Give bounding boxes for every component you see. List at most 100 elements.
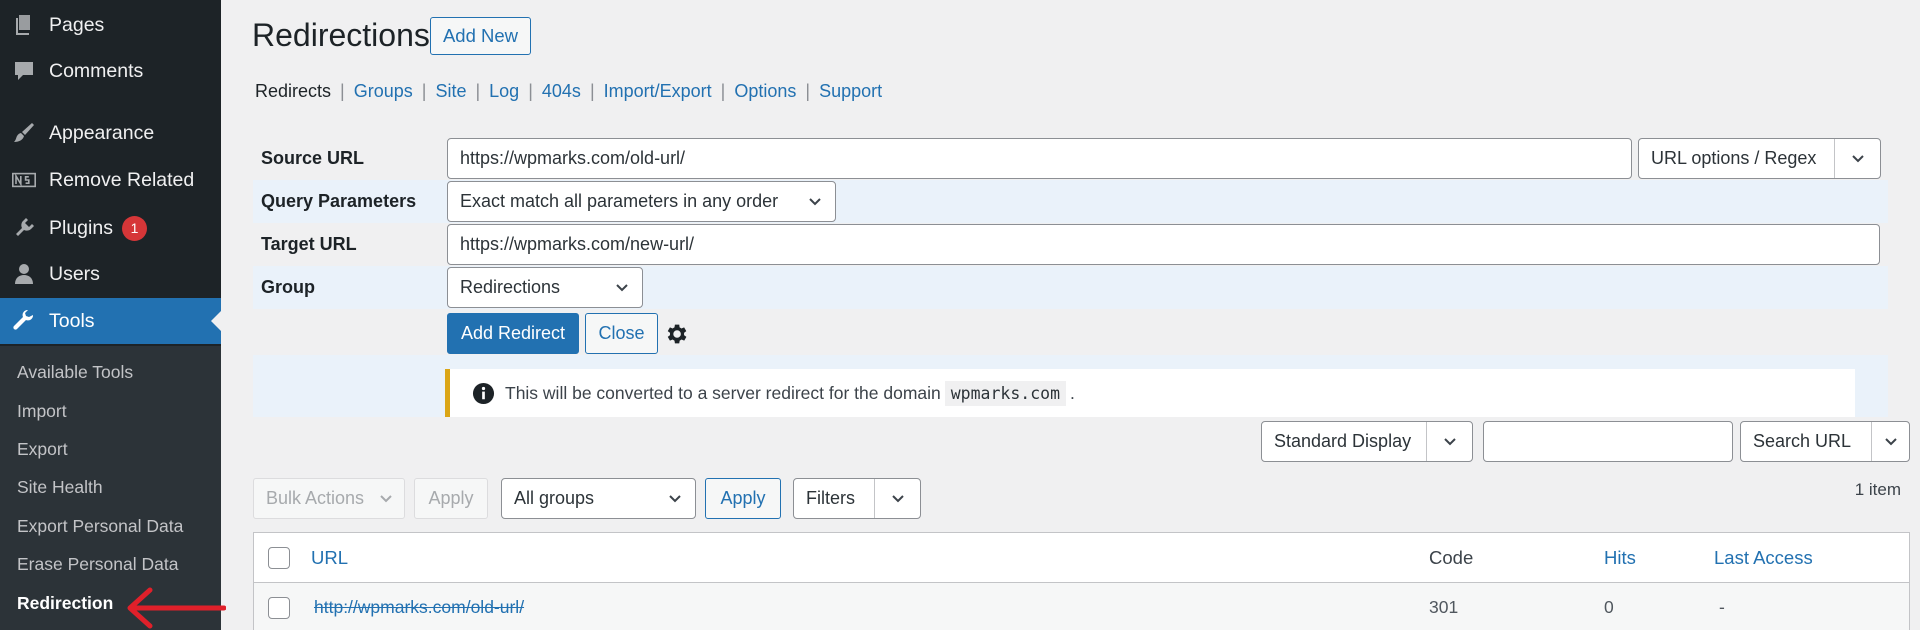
query-parameters-value: Exact match all parameters in any order [460, 191, 779, 211]
item-count: 1 item [1854, 480, 1901, 499]
chevron-down-icon [614, 280, 630, 296]
sidebar-item-label: Users [49, 262, 100, 285]
red-arrow-icon [127, 587, 226, 629]
display-mode-label: Standard Display [1274, 431, 1412, 451]
group-select[interactable]: Redirections [447, 267, 643, 308]
info-icon [472, 382, 495, 404]
filters-label: Filters [806, 488, 855, 508]
column-header-hits[interactable]: Hits [1604, 547, 1636, 569]
column-header-last-access[interactable]: Last Access [1714, 547, 1813, 569]
bulk-actions-select[interactable]: Bulk Actions [253, 478, 405, 519]
server-redirect-notice: This will be converted to a server redir… [445, 369, 1855, 417]
sidebar-item-comments[interactable]: Comments [0, 48, 221, 94]
column-header-code: Code [1429, 547, 1474, 568]
subnav-groups[interactable]: Groups [354, 81, 413, 102]
sidebar-item-remove-related[interactable]: Remove Related [0, 157, 221, 203]
notice-domain: wpmarks.com [944, 380, 1067, 406]
select-all-checkbox[interactable] [268, 547, 290, 569]
subnav-options[interactable]: Options [734, 81, 796, 102]
url-options-dropdown[interactable]: URL options / Regex [1638, 138, 1881, 179]
sidebar-item-label: Plugins [49, 216, 113, 239]
search-url-label: Search URL [1753, 431, 1852, 451]
filters-dropdown[interactable]: Filters [793, 478, 921, 519]
chevron-down-icon [380, 495, 392, 503]
comments-icon [11, 58, 37, 84]
chevron-down-icon[interactable] [1871, 422, 1909, 461]
redirect-url-link[interactable]: http://wpmarks.com/old-url/ [314, 597, 524, 618]
submenu-item-export[interactable]: Export [17, 439, 68, 460]
chevron-down-icon [807, 194, 823, 210]
subnav-separator: | [805, 81, 811, 101]
subnav-separator: | [421, 81, 427, 101]
wrench-icon [11, 308, 37, 334]
sidebar-item-label: Remove Related [49, 168, 195, 191]
subnav-separator: | [475, 81, 481, 101]
redirects-table: URL Code Hits Last Access http://wpmarks… [253, 532, 1910, 630]
sidebar-item-label: Pages [49, 13, 105, 36]
add-new-button[interactable]: Add New [430, 17, 531, 55]
sidebar-item-label: Appearance [49, 121, 155, 144]
sidebar-item-appearance[interactable]: Appearance [0, 110, 221, 156]
page-title: Redirections [252, 17, 430, 53]
subnav-log[interactable]: Log [489, 81, 519, 102]
sidebar-item-label: Tools [49, 309, 95, 332]
group-label: Group [261, 277, 315, 297]
chevron-down-icon [667, 491, 683, 507]
subnav-import-export[interactable]: Import/Export [604, 81, 712, 102]
chevron-down-icon[interactable] [1834, 139, 1880, 178]
submenu-item-site-health[interactable]: Site Health [17, 477, 103, 498]
redirect-last-access: - [1719, 597, 1725, 617]
ns-logo-icon [11, 167, 37, 193]
submenu-item-export-personal-data[interactable]: Export Personal Data [17, 516, 183, 537]
redirect-hits: 0 [1604, 597, 1614, 617]
subnav-separator: | [589, 81, 595, 101]
bulk-actions-label: Bulk Actions [266, 488, 365, 508]
target-url-label: Target URL [261, 234, 357, 254]
gear-icon[interactable] [663, 321, 689, 347]
apply-filter-button[interactable]: Apply [705, 478, 781, 519]
group-value: Redirections [460, 277, 561, 297]
chevron-down-icon[interactable] [1426, 422, 1472, 461]
pages-icon [11, 12, 37, 38]
apply-bulk-button[interactable]: Apply [414, 478, 488, 519]
submenu-item-available-tools[interactable]: Available Tools [17, 362, 133, 383]
subnav-separator: | [720, 81, 726, 101]
groups-filter-value: All groups [514, 488, 595, 508]
source-url-label: Source URL [261, 148, 365, 168]
sidebar-item-plugins[interactable]: Plugins 1 [0, 205, 221, 251]
groups-filter-select[interactable]: All groups [501, 478, 696, 519]
subnav-separator: | [340, 81, 345, 101]
subnav-support[interactable]: Support [819, 81, 882, 102]
admin-sidebar: Pages Comments Appearance Remove Related… [0, 0, 226, 630]
submenu-item-erase-personal-data[interactable]: Erase Personal Data [17, 554, 178, 575]
close-button[interactable]: Close [585, 313, 658, 354]
source-url-input[interactable]: https://wpmarks.com/old-url/ [447, 138, 1632, 179]
table-row: http://wpmarks.com/old-url/ 301 0 - [254, 583, 1909, 630]
update-count-badge: 1 [121, 215, 147, 241]
subnav-404s[interactable]: 404s [542, 81, 581, 102]
query-parameters-select[interactable]: Exact match all parameters in any order [447, 181, 836, 222]
row-checkbox[interactable] [268, 597, 290, 619]
sidebar-item-pages[interactable]: Pages [0, 2, 221, 48]
chevron-down-icon[interactable] [874, 479, 920, 518]
sidebar-item-tools[interactable]: Tools [0, 298, 221, 344]
notice-text: This will be converted to a server redir… [505, 382, 941, 403]
redirect-code: 301 [1429, 597, 1459, 617]
search-url-button[interactable]: Search URL [1740, 421, 1910, 462]
search-input[interactable] [1483, 421, 1733, 462]
subnav-redirects[interactable]: Redirects [255, 81, 331, 102]
subnav-site[interactable]: Site [435, 81, 466, 102]
subnav-separator: | [528, 81, 533, 101]
target-url-input[interactable]: https://wpmarks.com/new-url/ [447, 224, 1880, 265]
main-content: Redirections Add New Redirects | Groups … [221, 0, 1920, 630]
add-redirect-button[interactable]: Add Redirect [447, 313, 579, 354]
submenu-item-import[interactable]: Import [17, 401, 67, 422]
column-header-url[interactable]: URL [311, 547, 348, 569]
url-options-label: URL options / Regex [1651, 148, 1817, 168]
appearance-brush-icon [11, 120, 37, 146]
sidebar-item-users[interactable]: Users [0, 251, 221, 297]
query-parameters-label: Query Parameters [261, 191, 417, 211]
redirection-subnav: Redirects | Groups | Site | Log | 404s |… [255, 81, 882, 102]
submenu-item-redirection[interactable]: Redirection [17, 593, 113, 614]
display-mode-dropdown[interactable]: Standard Display [1261, 421, 1473, 462]
